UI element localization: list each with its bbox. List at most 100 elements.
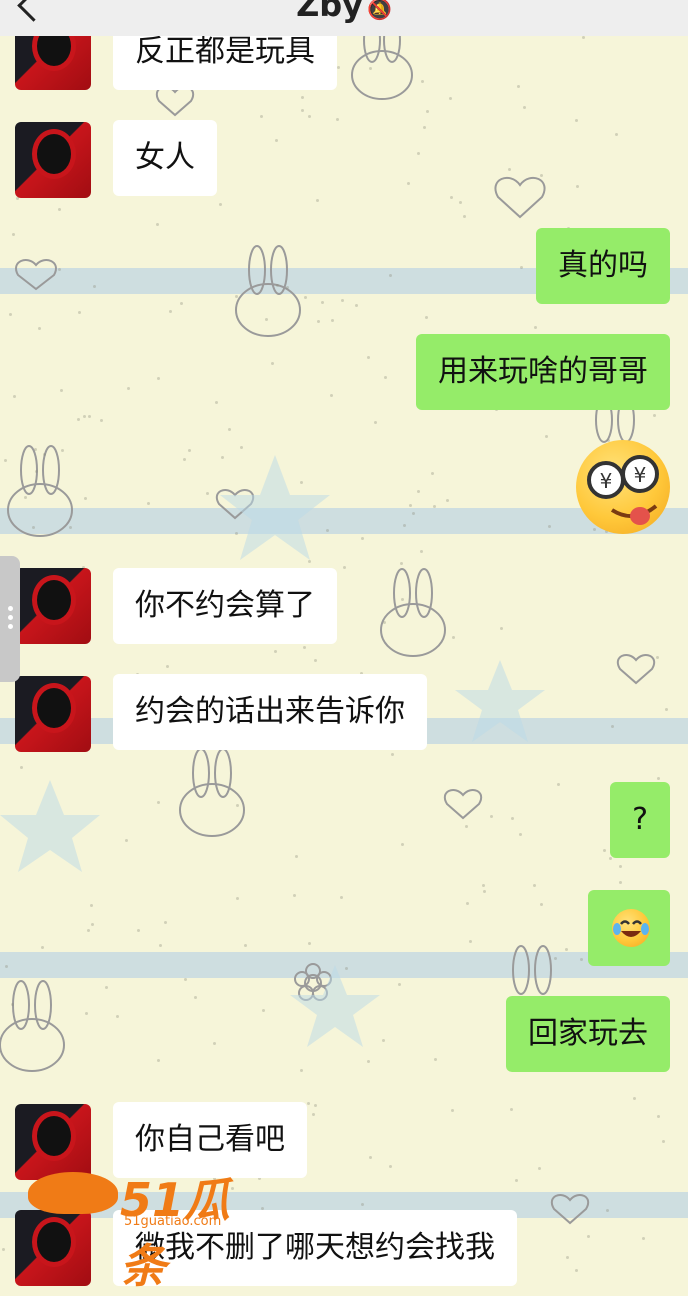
wallpaper-speck: [463, 215, 466, 218]
wallpaper-speck: [235, 532, 238, 535]
wallpaper-speck: [84, 497, 87, 500]
wallpaper-speck: [219, 203, 222, 206]
wallpaper-speck: [11, 1003, 14, 1006]
wallpaper-speck: [401, 598, 404, 601]
wallpaper-speck: [345, 967, 348, 970]
wallpaper-speck: [355, 304, 358, 307]
wallpaper-speck: [91, 923, 94, 926]
wallpaper-speck: [20, 766, 23, 769]
wallpaper-speck: [451, 1109, 454, 1112]
wallpaper-speck: [587, 1235, 590, 1238]
wallpaper-speck: [515, 1179, 518, 1182]
laughing-tears-emoji: [612, 909, 650, 947]
wallpaper-speck: [276, 284, 279, 287]
wallpaper-speck: [540, 174, 543, 177]
incoming-message-bubble[interactable]: 约会的话出来告诉你: [113, 674, 427, 750]
wallpaper-speck: [213, 1042, 216, 1045]
wallpaper-speck: [166, 665, 169, 668]
wallpaper-speck: [169, 310, 172, 313]
money-eyes-tongue-emoji[interactable]: ¥ ¥: [576, 440, 670, 534]
wallpaper-speck: [606, 1209, 609, 1212]
wallpaper-speck: [215, 401, 218, 404]
outgoing-message-bubble[interactable]: 真的吗: [536, 228, 670, 304]
wallpaper-speck: [271, 362, 274, 365]
wallpaper-speck: [554, 957, 557, 960]
contact-avatar[interactable]: [15, 568, 91, 644]
wallpaper-speck: [38, 327, 41, 330]
outgoing-message-bubble[interactable]: 回家玩去: [506, 996, 670, 1072]
wallpaper-speck: [500, 627, 503, 630]
wallpaper-speck: [417, 152, 420, 155]
wallpaper-speck: [260, 115, 263, 118]
wallpaper-speck: [13, 395, 16, 398]
wallpaper-speck: [262, 1009, 265, 1012]
wallpaper-speck: [4, 459, 7, 462]
wallpaper-speck: [295, 855, 298, 858]
wallpaper-speck: [125, 839, 128, 842]
wallpaper-speck: [32, 526, 35, 529]
outgoing-message-bubble[interactable]: ?: [610, 782, 670, 858]
wallpaper-speck: [316, 199, 319, 202]
wallpaper-speck: [538, 1167, 541, 1170]
wallpaper-speck: [77, 418, 80, 421]
wallpaper-speck: [58, 268, 61, 271]
wallpaper-speck: [69, 526, 72, 529]
wallpaper-speck: [300, 1069, 303, 1072]
wallpaper-speck: [511, 817, 514, 820]
wallpaper-speck: [236, 897, 239, 900]
wallpaper-speck: [314, 1104, 317, 1107]
wallpaper-speck: [35, 470, 38, 473]
wallpaper-speck: [93, 285, 96, 288]
wallpaper-speck: [312, 1113, 315, 1116]
watermark-brand: 51瓜条: [120, 1173, 231, 1293]
wallpaper-speck: [510, 1108, 513, 1111]
wallpaper-speck: [369, 67, 372, 70]
wallpaper-speck: [330, 394, 333, 397]
incoming-message-bubble[interactable]: 你不约会算了: [113, 568, 337, 644]
wallpaper-speck: [490, 815, 493, 818]
outgoing-message-bubble[interactable]: 用来玩啥的哥哥: [416, 334, 670, 410]
wallpaper-speck: [446, 499, 449, 502]
wallpaper-speck: [642, 1237, 645, 1240]
wallpaper-speck: [565, 948, 568, 951]
wallpaper-speck: [520, 266, 523, 269]
watermark-logo: 51瓜条 51guatiao.com: [24, 1164, 274, 1293]
wallpaper-speck: [423, 126, 426, 129]
wallpaper-speck: [401, 843, 404, 846]
wallpaper-speck: [180, 302, 183, 305]
wallpaper-speck: [665, 708, 668, 711]
wallpaper-speck: [426, 110, 429, 113]
wallpaper-speck: [127, 387, 130, 390]
wallpaper-speck: [90, 904, 93, 907]
wallpaper-speck: [341, 299, 344, 302]
wallpaper-speck: [228, 428, 231, 431]
wallpaper-speck: [61, 449, 64, 452]
contact-avatar[interactable]: [15, 676, 91, 752]
wallpaper-speck: [159, 944, 162, 947]
wallpaper-speck: [653, 414, 656, 417]
outgoing-sticker-bubble[interactable]: [588, 890, 670, 966]
wallpaper-speck: [420, 550, 423, 553]
wallpaper-speck: [286, 286, 289, 289]
wallpaper-speck: [343, 566, 346, 569]
wallpaper-speck: [157, 801, 160, 804]
wallpaper-speck: [469, 940, 472, 943]
contact-avatar[interactable]: [15, 122, 91, 198]
wallpaper-speck: [164, 921, 167, 924]
wallpaper-speck: [403, 524, 406, 527]
chat-title: Zby 🔕: [0, 0, 688, 24]
wallpaper-speck: [609, 857, 612, 860]
wallpaper-speck: [5, 965, 8, 968]
wallpaper-speck: [206, 492, 209, 495]
wallpaper-speck: [183, 458, 186, 461]
wallpaper-speck: [611, 725, 614, 728]
wallpaper-speck: [147, 502, 150, 505]
floating-side-handle[interactable]: [0, 556, 20, 682]
wallpaper-speck: [417, 490, 420, 493]
wallpaper-speck: [580, 958, 583, 961]
wallpaper-speck: [517, 85, 520, 88]
wallpaper-speck: [361, 537, 364, 540]
wallpaper-speck: [221, 456, 224, 459]
wallpaper-speck: [434, 1058, 437, 1061]
incoming-message-bubble[interactable]: 女人: [113, 120, 217, 196]
